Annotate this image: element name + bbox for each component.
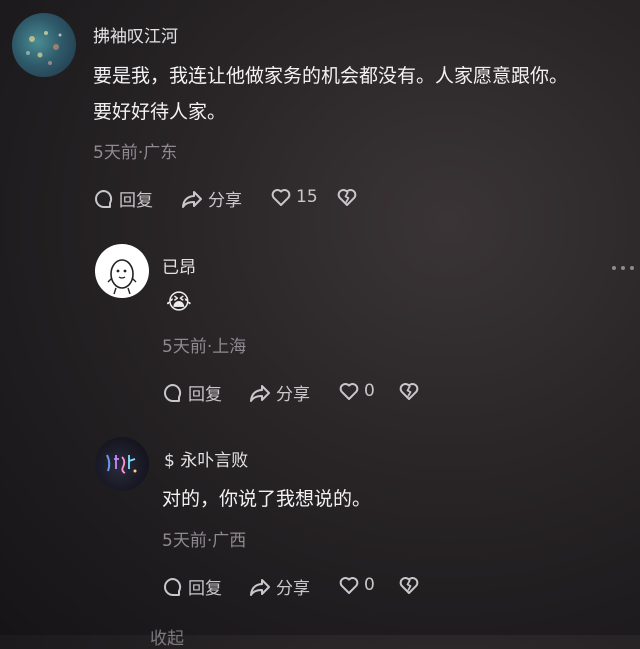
reply-button[interactable]: 回复 — [93, 186, 153, 211]
reply-avatar[interactable] — [95, 437, 149, 491]
more-dots-icon[interactable] — [612, 263, 634, 273]
reply-label: 回复 — [188, 385, 222, 405]
collapse-label: 收起 — [150, 629, 184, 649]
like-count: 15 — [296, 187, 318, 207]
share-arrow-icon — [182, 190, 202, 208]
share-label: 分享 — [276, 385, 310, 405]
reply-username[interactable]: 已昂 — [162, 253, 196, 278]
heart-icon — [271, 189, 291, 206]
like-button[interactable]: 0 — [338, 574, 375, 596]
reply-button[interactable]: 回复 — [162, 380, 222, 405]
share-button[interactable]: 分享 — [248, 380, 310, 405]
reply-button[interactable]: 回复 — [162, 574, 222, 599]
share-label: 分享 — [208, 191, 242, 211]
comment-bubble-icon — [95, 189, 113, 208]
comment-meta: 5天前·广东 — [93, 143, 178, 163]
comment-text-line-2: 要好好待人家。 — [93, 101, 227, 123]
broken-heart-icon — [337, 189, 357, 206]
like-button[interactable]: 15 — [270, 186, 318, 208]
broken-heart-icon — [399, 577, 419, 594]
like-button[interactable]: 0 — [338, 380, 375, 402]
share-button[interactable]: 分享 — [248, 574, 310, 599]
reply-text: 对的，你说了我想说的。 — [162, 488, 372, 510]
reply-label: 回复 — [119, 191, 153, 211]
reply-meta: 5天前·上海 — [162, 337, 247, 357]
user-avatar[interactable] — [12, 13, 76, 77]
share-arrow-icon — [250, 578, 270, 596]
dislike-button[interactable] — [336, 186, 358, 208]
reply-meta: 5天前·广西 — [162, 531, 247, 551]
crying-emoji-icon: 😭 — [166, 290, 192, 315]
reply-label: 回复 — [188, 579, 222, 599]
like-count: 0 — [364, 381, 375, 401]
comment-text-line-1: 要是我，我连让他做家务的机会都没有。人家愿意跟你。 — [93, 65, 569, 87]
heart-icon — [339, 577, 359, 594]
share-arrow-icon — [250, 384, 270, 402]
share-label: 分享 — [276, 579, 310, 599]
share-button[interactable]: 分享 — [180, 186, 242, 211]
comment-username[interactable]: 拂袖叹江河 — [93, 22, 178, 47]
reply-avatar[interactable] — [95, 244, 149, 298]
like-count: 0 — [364, 575, 375, 595]
heart-icon — [339, 383, 359, 400]
comment-bubble-icon — [164, 577, 182, 596]
reply-username[interactable]: $ 永卟言败 — [164, 446, 248, 471]
comment-bubble-icon — [164, 383, 182, 402]
broken-heart-icon — [399, 383, 419, 400]
dislike-button[interactable] — [398, 574, 420, 596]
dislike-button[interactable] — [398, 380, 420, 402]
collapse-replies-button[interactable]: 收起 — [150, 624, 184, 649]
